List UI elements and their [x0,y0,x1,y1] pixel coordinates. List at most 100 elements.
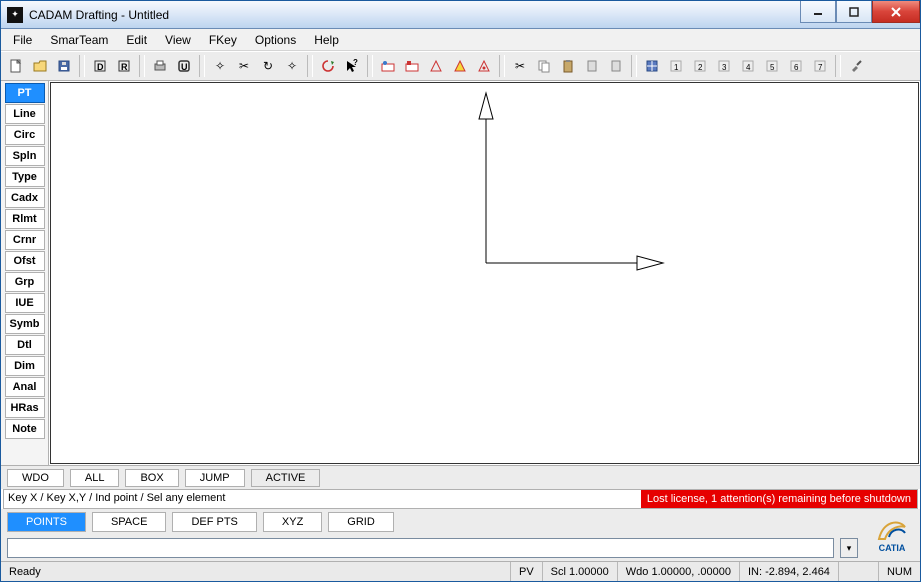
tab-jump[interactable]: JUMP [185,469,245,487]
prompt-text: Key X / Key X,Y / Ind point / Sel any el… [4,490,641,508]
window-buttons [800,1,920,28]
doc1-icon[interactable] [581,55,603,77]
svg-text:D: D [97,62,104,72]
side-rlmt[interactable]: Rlmt [5,209,45,229]
side-note[interactable]: Note [5,419,45,439]
menu-fkey[interactable]: FKey [201,31,245,49]
group-e-icon[interactable] [473,55,495,77]
svg-text:3: 3 [722,63,727,72]
side-crnr[interactable]: Crnr [5,230,45,250]
prompt-row: Key X / Key X,Y / Ind point / Sel any el… [3,489,918,509]
menu-smarteam[interactable]: SmarTeam [42,31,116,49]
drawing-canvas[interactable] [50,82,919,464]
group-a-icon[interactable] [377,55,399,77]
tab-wdo[interactable]: WDO [7,469,64,487]
svg-text:5: 5 [770,63,775,72]
side-symb[interactable]: Symb [5,314,45,334]
side-cadx[interactable]: Cadx [5,188,45,208]
tab-all[interactable]: ALL [70,469,120,487]
tool-magic-icon[interactable]: ✧ [209,55,231,77]
minimize-button[interactable] [800,1,836,23]
side-spln[interactable]: Spln [5,146,45,166]
menu-view[interactable]: View [157,31,199,49]
side-type[interactable]: Type [5,167,45,187]
side-iue[interactable]: IUE [5,293,45,313]
tool-scale-icon[interactable]: ✧ [281,55,303,77]
side-dim[interactable]: Dim [5,356,45,376]
open-file-icon[interactable] [29,55,51,77]
mode-tabs: POINTS SPACE DEF PTS XYZ GRID [1,509,864,535]
print-icon[interactable] [149,55,171,77]
tab-active[interactable]: ACTIVE [251,469,321,487]
svg-text:2: 2 [698,63,703,72]
status-ready: Ready [1,562,49,581]
menu-edit[interactable]: Edit [118,31,155,49]
status-pv: PV [510,562,542,581]
layer-6-icon[interactable]: 6 [785,55,807,77]
mode-space[interactable]: SPACE [92,512,166,532]
mode-points[interactable]: POINTS [7,512,86,532]
group-d-icon[interactable] [449,55,471,77]
layer-7-icon[interactable]: 7 [809,55,831,77]
command-history-dropdown[interactable]: ▾ [840,538,858,558]
command-input[interactable] [7,538,834,558]
mode-xyz[interactable]: XYZ [263,512,322,532]
paste-icon[interactable] [557,55,579,77]
menu-options[interactable]: Options [247,31,304,49]
group-c-icon[interactable] [425,55,447,77]
close-button[interactable] [872,1,920,23]
grid-settings-icon[interactable] [641,55,663,77]
brush-icon[interactable] [845,55,867,77]
cut-icon[interactable]: ✂ [509,55,531,77]
doc2-icon[interactable] [605,55,627,77]
command-row: ▾ [1,535,864,561]
status-scl: Scl 1.00000 [542,562,617,581]
app-icon: ✦ [7,7,23,23]
layer-2-icon[interactable]: 2 [689,55,711,77]
status-in: IN: -2.894, 2.464 [739,562,838,581]
svg-text:R: R [121,62,128,72]
brand-logo: CATIA [864,509,920,553]
side-anal[interactable]: Anal [5,377,45,397]
maximize-button[interactable] [836,1,872,23]
svg-text:U: U [181,62,188,72]
view-tabs: WDO ALL BOX JUMP ACTIVE [1,465,920,489]
tool-u-icon[interactable]: U [173,55,195,77]
refresh-icon[interactable] [317,55,339,77]
mode-defpts[interactable]: DEF PTS [172,512,256,532]
group-b-icon[interactable] [401,55,423,77]
save-file-icon[interactable] [53,55,75,77]
layer-4-icon[interactable]: 4 [737,55,759,77]
coordinate-axes-icon [51,83,918,463]
tab-box[interactable]: BOX [125,469,178,487]
side-line[interactable]: Line [5,104,45,124]
help-pointer-icon[interactable]: ? [341,55,363,77]
side-hras[interactable]: HRas [5,398,45,418]
status-wdo: Wdo 1.00000, .00000 [617,562,739,581]
tool-rot-icon[interactable]: ↻ [257,55,279,77]
window-title: CADAM Drafting - Untitled [29,8,169,22]
new-file-icon[interactable] [5,55,27,77]
statusbar: Ready PV Scl 1.00000 Wdo 1.00000, .00000… [1,561,920,581]
side-dtl[interactable]: Dtl [5,335,45,355]
mode-grid[interactable]: GRID [328,512,394,532]
menu-help[interactable]: Help [306,31,347,49]
svg-text:?: ? [353,58,358,67]
tool-d2-icon[interactable]: R [113,55,135,77]
status-num: NUM [878,562,920,581]
tool-cut2-icon[interactable]: ✂ [233,55,255,77]
side-pt[interactable]: PT [5,83,45,103]
side-grp[interactable]: Grp [5,272,45,292]
side-ofst[interactable]: Ofst [5,251,45,271]
tool-d1-icon[interactable]: D [89,55,111,77]
svg-text:1: 1 [674,63,679,72]
layer-5-icon[interactable]: 5 [761,55,783,77]
titlebar: ✦ CADAM Drafting - Untitled [1,1,920,29]
copy-icon[interactable] [533,55,555,77]
layer-1-icon[interactable]: 1 [665,55,687,77]
svg-text:4: 4 [746,63,751,72]
brand-label: CATIA [879,543,906,553]
layer-3-icon[interactable]: 3 [713,55,735,77]
menu-file[interactable]: File [5,31,40,49]
side-circ[interactable]: Circ [5,125,45,145]
